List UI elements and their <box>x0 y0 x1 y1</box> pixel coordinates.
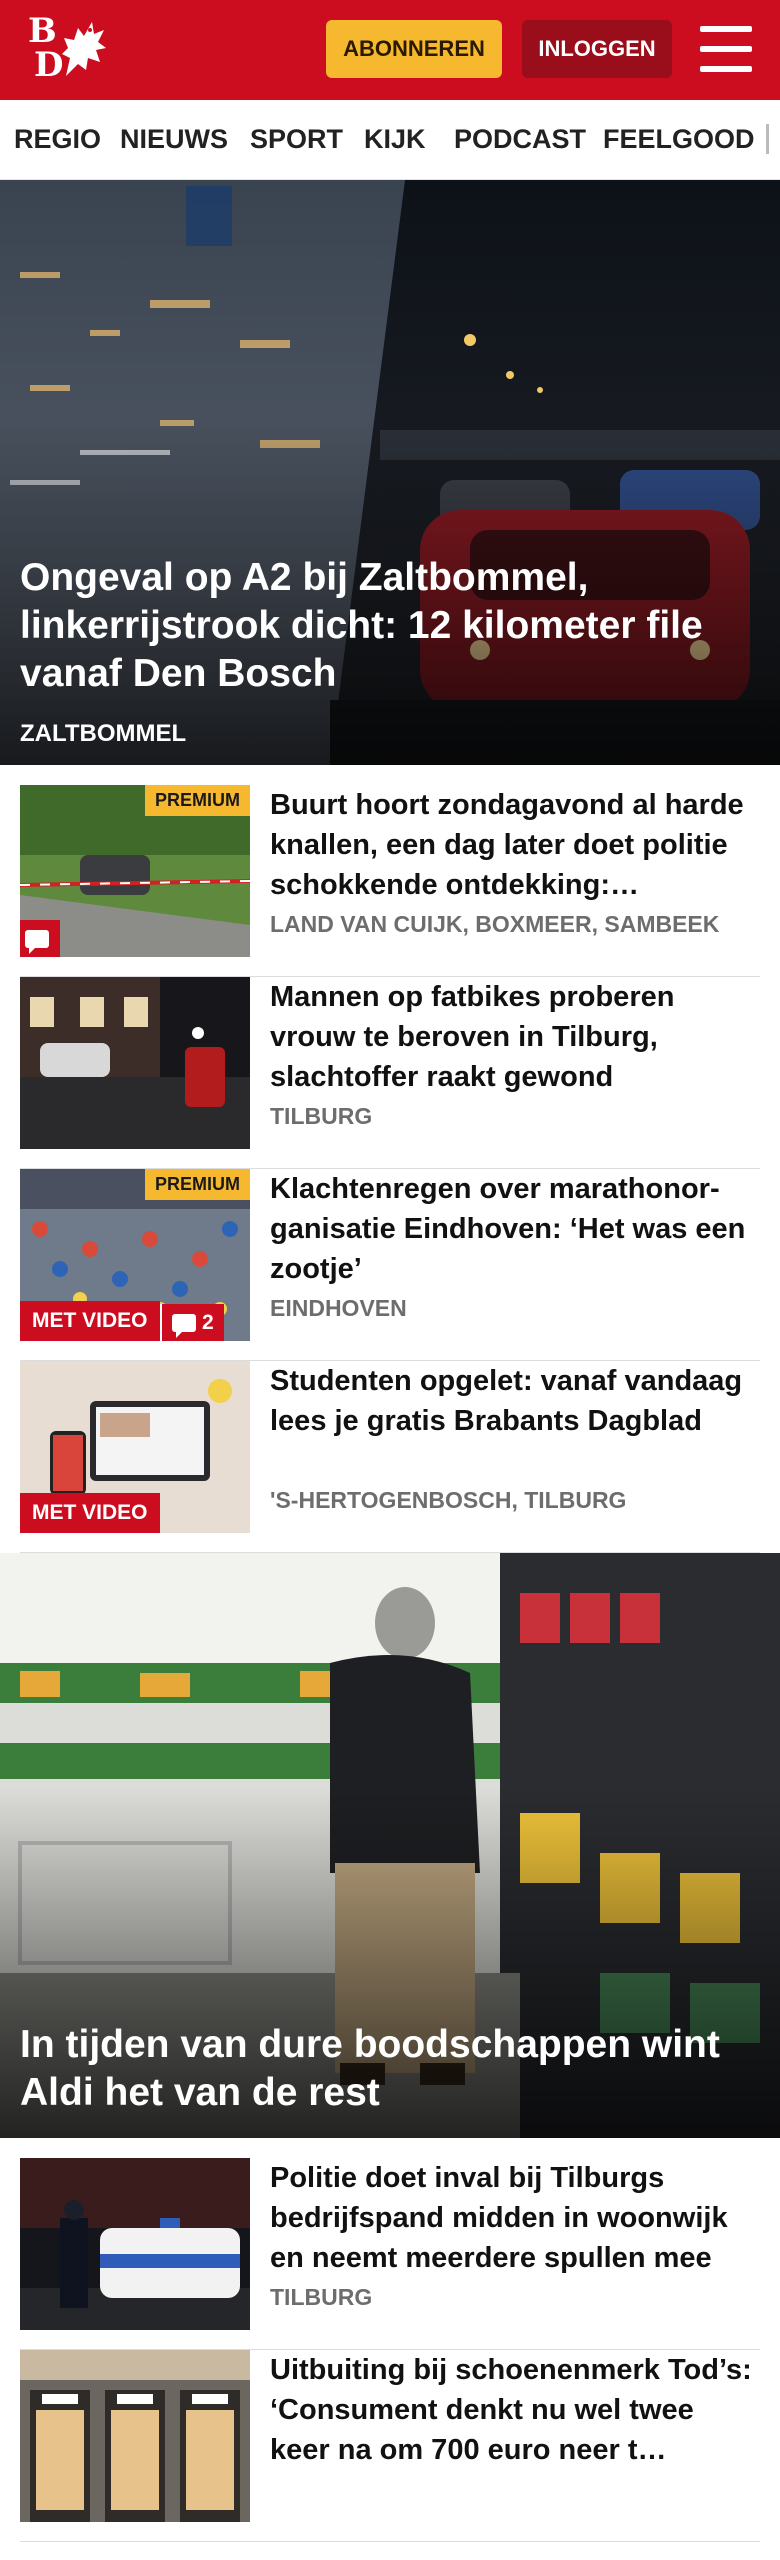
nav-item-podcast[interactable]: PODCAST <box>454 124 586 155</box>
comment-count-badge: 2 <box>160 1304 224 1341</box>
article-thumbnail <box>20 2350 250 2522</box>
premium-badge: PREMIUM <box>145 785 250 816</box>
list-item[interactable]: PREMIUM Buurt hoort zondagavond al harde… <box>20 785 760 977</box>
article-title[interactable]: Studenten opgelet: vanaf vandaag lees je… <box>270 1361 760 1441</box>
list-item[interactable]: Uitbuiting bij schoenenmerk Tod’s: ‘Cons… <box>20 2350 760 2542</box>
article-title[interactable]: Politie doet inval bij Tilburgs bedrijfs… <box>270 2158 760 2278</box>
list-item[interactable]: Politie doet inval bij Tilburgs bedrijfs… <box>20 2158 760 2350</box>
article-location: EINDHOVEN <box>270 1295 407 1321</box>
article-location: TILBURG <box>270 1103 373 1129</box>
list-item[interactable]: MET VIDEO Studenten opgelet: vanaf vanda… <box>20 1361 760 1553</box>
article-thumbnail: PREMIUM MET VIDEO 2 <box>20 1169 250 1341</box>
nav-item-feelgood[interactable]: FEELGOOD <box>603 124 755 155</box>
hero-title[interactable]: In tijden van dure boodschappen wint Ald… <box>20 2021 760 2117</box>
video-badge: MET VIDEO <box>20 1301 160 1341</box>
article-thumbnail <box>20 2158 250 2330</box>
nav-item-nieuws[interactable]: NIEUWS <box>120 124 228 155</box>
hero-title[interactable]: Ongeval op A2 bij Zaltbommel, linkerrijs… <box>20 554 760 698</box>
thumbnail-image <box>20 2158 250 2330</box>
comment-count: 2 <box>202 1310 214 1334</box>
login-button[interactable]: INLOGGEN <box>522 20 672 78</box>
article-thumbnail: MET VIDEO <box>20 1361 250 1533</box>
nav-item-sport[interactable]: SPORT <box>250 124 343 155</box>
top-header: B D ABONNEREN INLOGGEN <box>0 0 780 100</box>
article-location: LAND VAN CUIJK, BOXMEER, SAMBEEK <box>270 911 720 937</box>
article-location: 'S-HERTOGENBOSCH, TILBURG <box>270 1487 627 1513</box>
article-thumbnail: PREMIUM <box>20 785 250 957</box>
hero-article-aldi[interactable]: In tijden van dure boodschappen wint Ald… <box>0 1553 780 2138</box>
nav-overflow-indicator <box>766 124 769 154</box>
comment-icon <box>172 1313 196 1338</box>
section-nav: REGIO NIEUWS SPORT KIJK PODCAST FEELGOOD <box>0 100 780 180</box>
nav-item-regio[interactable]: REGIO <box>14 124 101 155</box>
video-badge: MET VIDEO <box>20 1493 160 1533</box>
premium-badge: PREMIUM <box>145 1169 250 1200</box>
subscribe-button[interactable]: ABONNEREN <box>326 20 502 78</box>
brand-logo[interactable]: B D <box>28 14 112 86</box>
comment-icon <box>20 920 60 957</box>
article-location: TILBURG <box>270 2284 373 2310</box>
hamburger-menu-icon[interactable] <box>700 26 752 72</box>
hero-article-traffic[interactable]: Ongeval op A2 bij Zaltbommel, linkerrijs… <box>0 180 780 765</box>
thumbnail-image <box>20 977 250 1149</box>
logo-letter-b: B <box>28 11 57 51</box>
dragon-icon <box>62 22 106 76</box>
article-thumbnail <box>20 977 250 1149</box>
thumbnail-image <box>20 2350 250 2522</box>
nav-item-kijk[interactable]: KIJK <box>364 124 426 155</box>
article-title[interactable]: Mannen op fatbikes proberen vrouw te ber… <box>270 977 760 1097</box>
list-item[interactable]: PREMIUM MET VIDEO 2 Klachtenregen over m… <box>20 1169 760 1361</box>
list-item[interactable]: Mannen op fatbikes proberen vrouw te ber… <box>20 977 760 1169</box>
article-title[interactable]: Uitbuiting bij schoenenmerk Tod’s: ‘Cons… <box>270 2350 760 2470</box>
hero-location: ZALTBOMMEL <box>20 720 187 747</box>
article-title[interactable]: Klachtenregen over marathonor­ganisatie … <box>270 1169 760 1289</box>
article-title[interactable]: Buurt hoort zondagavond al harde knallen… <box>270 785 760 905</box>
